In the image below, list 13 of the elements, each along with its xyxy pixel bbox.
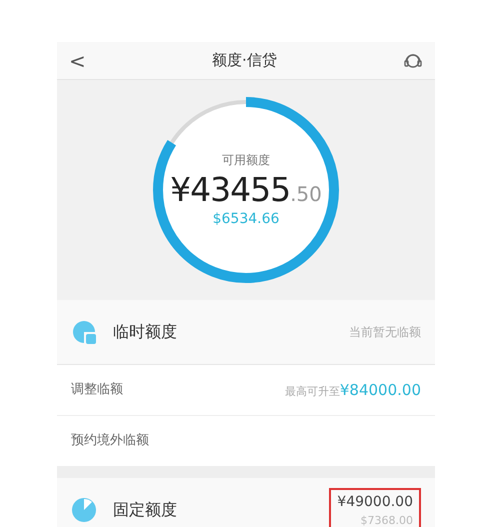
row-hint: 最高可升至 [284, 384, 340, 400]
pie-chart-icon [71, 319, 97, 345]
usd-amount: $7368.00 [360, 513, 413, 527]
status-text: 当前暂无临额 [349, 324, 421, 341]
section-title: 固定额度 [113, 499, 178, 521]
back-button[interactable]: < [69, 50, 86, 70]
row-label: 预约境外临额 [71, 432, 149, 450]
pie-chart-icon [71, 497, 97, 523]
page-title: 额度·信贷 [212, 50, 277, 72]
section-title: 临时额度 [113, 321, 178, 343]
max-amount: ¥84000.00 [340, 380, 421, 401]
row-label: 调整临额 [71, 381, 123, 400]
fixed-amount: ¥49000.00 [337, 493, 413, 512]
